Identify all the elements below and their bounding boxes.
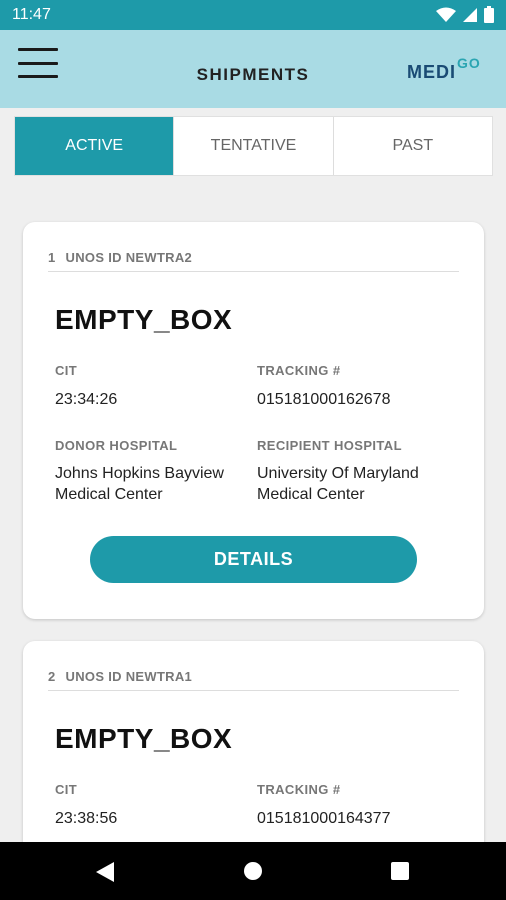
status-icons <box>436 6 494 23</box>
shipment-index: 1 <box>48 250 56 265</box>
battery-icon <box>484 6 494 23</box>
wifi-icon <box>436 7 456 22</box>
cit-label: CIT <box>55 782 78 797</box>
home-icon[interactable] <box>243 861 263 881</box>
donor-hospital-label: DONOR HOSPITAL <box>55 438 178 453</box>
status-time: 11:47 <box>12 6 51 23</box>
system-nav-bar <box>0 842 506 900</box>
app-bar: SHIPMENTS MEDIGO <box>0 30 506 108</box>
details-button[interactable]: DETAILS <box>90 536 417 583</box>
unos-id: UNOS ID NEWTRA2 <box>65 250 193 265</box>
unos-id: UNOS ID NEWTRA1 <box>65 669 193 684</box>
tracking-value: 015181000164377 <box>257 810 391 827</box>
shipment-card: 1 UNOS ID NEWTRA2 EMPTY_BOX CIT 23:34:26 … <box>23 222 484 619</box>
tab-tentative[interactable]: TENTATIVE <box>174 117 334 175</box>
shipment-index: 2 <box>48 669 56 684</box>
recipient-hospital-value: University Of Maryland Medical Center <box>257 465 419 503</box>
card-header: 2 UNOS ID NEWTRA1 <box>48 669 459 691</box>
back-icon[interactable] <box>95 861 115 883</box>
logo-medi: MEDI <box>407 62 456 82</box>
tab-active[interactable]: ACTIVE <box>15 117 175 175</box>
shipment-tabs: ACTIVE TENTATIVE PAST <box>14 116 493 176</box>
shipment-name: EMPTY_BOX <box>55 723 233 754</box>
tracking-label: TRACKING # <box>257 363 341 378</box>
donor-hospital-value: Johns Hopkins Bayview Medical Center <box>55 465 224 503</box>
shipment-card: 2 UNOS ID NEWTRA1 EMPTY_BOX CIT 23:38:56 … <box>23 641 484 861</box>
tracking-value: 015181000162678 <box>257 391 391 408</box>
tab-past[interactable]: PAST <box>334 117 492 175</box>
recipient-hospital-label: RECIPIENT HOSPITAL <box>257 438 402 453</box>
logo-go: GO <box>457 55 481 71</box>
cit-value: 23:34:26 <box>55 391 118 408</box>
cit-label: CIT <box>55 363 78 378</box>
recents-icon[interactable] <box>391 862 409 880</box>
tracking-label: TRACKING # <box>257 782 341 797</box>
status-bar: 11:47 <box>0 0 506 30</box>
cit-value: 23:38:56 <box>55 810 118 827</box>
shipment-name: EMPTY_BOX <box>55 304 233 335</box>
signal-icon <box>463 7 477 22</box>
app-logo: MEDIGO <box>407 54 481 82</box>
card-header: 1 UNOS ID NEWTRA2 <box>48 250 459 272</box>
